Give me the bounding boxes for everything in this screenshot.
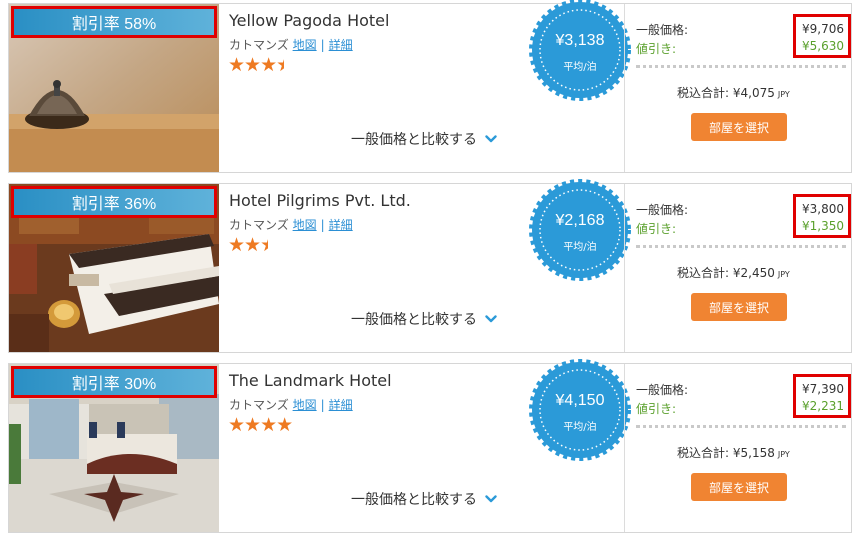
discount-amount: ¥2,231 xyxy=(802,399,844,413)
chevron-down-icon xyxy=(485,135,497,143)
select-room-button[interactable]: 部屋を選択 xyxy=(691,113,787,141)
half-star-icon: ★ xyxy=(260,234,277,256)
link-separator: | xyxy=(320,218,325,232)
discount-rate-badge: 割引率 30% xyxy=(11,366,217,398)
price-seal-icon xyxy=(529,0,631,101)
details-link[interactable]: 詳細 xyxy=(329,398,353,412)
price-unit: 平均/泊 xyxy=(563,62,597,73)
total-price: 税込合計: ¥5,158 JPY xyxy=(677,444,790,461)
total-label: 税込合計: ¥5,158 xyxy=(677,446,775,460)
hotel-location: カトマンズ 地図 | 詳細 xyxy=(229,396,353,413)
map-link[interactable]: 地図 xyxy=(293,398,317,412)
regular-price-label: 一般価格: xyxy=(636,23,689,37)
total-label: 税込合計: ¥4,075 xyxy=(677,86,775,100)
total-price: 税込合計: ¥2,450 JPY xyxy=(677,264,790,281)
discount-label: 値引き: xyxy=(636,42,677,56)
star-icon: ★ xyxy=(260,54,277,76)
link-separator: | xyxy=(320,38,325,52)
hotel-location: カトマンズ 地図 | 詳細 xyxy=(229,36,353,53)
city-label: カトマンズ xyxy=(229,38,289,52)
chevron-down-icon xyxy=(485,495,497,503)
star-rating: ★★★★ xyxy=(228,54,293,76)
select-room-button[interactable]: 部屋を選択 xyxy=(691,473,787,501)
star-icon: ★ xyxy=(228,414,245,436)
currency-code: JPY xyxy=(777,90,790,99)
star-icon: ★ xyxy=(228,54,245,76)
regular-price: ¥9,706 xyxy=(802,22,844,36)
price-panel: 一般価格: 値引き: ¥7,390 ¥2,231 税込合計: ¥5,158 JPY… xyxy=(624,364,852,532)
discount-rate-badge: 割引率 58% xyxy=(11,6,217,38)
star-rating: ★★★★ xyxy=(228,414,293,436)
price-badge: ¥3,138 平均/泊 xyxy=(528,0,632,102)
compare-prices-toggle[interactable]: 一般価格と比較する xyxy=(351,309,497,329)
hotel-name[interactable]: Hotel Pilgrims Pvt. Ltd. xyxy=(229,191,411,210)
hotel-card: 割引率 36% Hotel Pilgrims Pvt. Ltd. カトマンズ 地… xyxy=(8,179,852,353)
map-link[interactable]: 地図 xyxy=(293,38,317,52)
city-label: カトマンズ xyxy=(229,218,289,232)
discount-label: 値引き: xyxy=(636,222,677,236)
star-icon: ★ xyxy=(276,414,293,436)
price-comparison-box: ¥3,800 ¥1,350 xyxy=(793,194,851,238)
price-comparison-box: ¥7,390 ¥2,231 xyxy=(793,374,851,418)
details-link[interactable]: 詳細 xyxy=(329,38,353,52)
total-label: 税込合計: ¥2,450 xyxy=(677,266,775,280)
dotted-divider xyxy=(636,425,846,428)
hotel-card: 割引率 58% Yellow Pagoda Hotel カトマンズ 地図 | 詳細 … xyxy=(8,0,852,173)
currency-code: JPY xyxy=(777,270,790,279)
compare-prices-toggle[interactable]: 一般価格と比較する xyxy=(351,129,497,149)
link-separator: | xyxy=(320,398,325,412)
star-icon: ★ xyxy=(244,414,261,436)
price-seal-icon xyxy=(529,359,631,461)
price-per-night: ¥3,138 xyxy=(555,32,605,49)
hotel-name[interactable]: Yellow Pagoda Hotel xyxy=(229,11,389,30)
half-star-icon: ★ xyxy=(276,54,293,76)
price-badge: ¥2,168 平均/泊 xyxy=(528,178,632,282)
regular-price-label: 一般価格: xyxy=(636,383,689,397)
discount-label: 値引き: xyxy=(636,402,677,416)
price-badge: ¥4,150 平均/泊 xyxy=(528,358,632,462)
regular-price: ¥3,800 xyxy=(802,202,844,216)
star-icon: ★ xyxy=(228,234,245,256)
price-panel: 一般価格: 値引き: ¥3,800 ¥1,350 税込合計: ¥2,450 JPY… xyxy=(624,184,852,352)
compare-label: 一般価格と比較する xyxy=(351,132,477,148)
select-room-button[interactable]: 部屋を選択 xyxy=(691,293,787,321)
price-per-night: ¥2,168 xyxy=(555,212,605,229)
discount-amount: ¥5,630 xyxy=(802,39,844,53)
hotel-location: カトマンズ 地図 | 詳細 xyxy=(229,216,353,233)
regular-price: ¥7,390 xyxy=(802,382,844,396)
compare-prices-toggle[interactable]: 一般価格と比較する xyxy=(351,489,497,509)
currency-code: JPY xyxy=(777,450,790,459)
star-rating: ★★★ xyxy=(228,234,277,256)
details-link[interactable]: 詳細 xyxy=(329,218,353,232)
compare-label: 一般価格と比較する xyxy=(351,312,477,328)
star-icon: ★ xyxy=(244,234,261,256)
price-unit: 平均/泊 xyxy=(563,422,597,433)
price-comparison-box: ¥9,706 ¥5,630 xyxy=(793,14,851,58)
star-icon: ★ xyxy=(244,54,261,76)
price-per-night: ¥4,150 xyxy=(555,392,605,409)
dotted-divider xyxy=(636,245,846,248)
total-price: 税込合計: ¥4,075 JPY xyxy=(677,84,790,101)
discount-amount: ¥1,350 xyxy=(802,219,844,233)
star-icon: ★ xyxy=(260,414,277,436)
map-link[interactable]: 地図 xyxy=(293,218,317,232)
price-seal-icon xyxy=(529,179,631,281)
price-panel: 一般価格: 値引き: ¥9,706 ¥5,630 税込合計: ¥4,075 JPY… xyxy=(624,4,852,172)
regular-price-label: 一般価格: xyxy=(636,203,689,217)
chevron-down-icon xyxy=(485,315,497,323)
price-unit: 平均/泊 xyxy=(563,242,597,253)
compare-label: 一般価格と比較する xyxy=(351,492,477,508)
city-label: カトマンズ xyxy=(229,398,289,412)
hotel-name[interactable]: The Landmark Hotel xyxy=(229,371,392,390)
hotel-card: 割引率 30% The Landmark Hotel カトマンズ 地図 | 詳細 ★… xyxy=(8,359,852,533)
dotted-divider xyxy=(636,65,846,68)
discount-rate-badge: 割引率 36% xyxy=(11,186,217,218)
